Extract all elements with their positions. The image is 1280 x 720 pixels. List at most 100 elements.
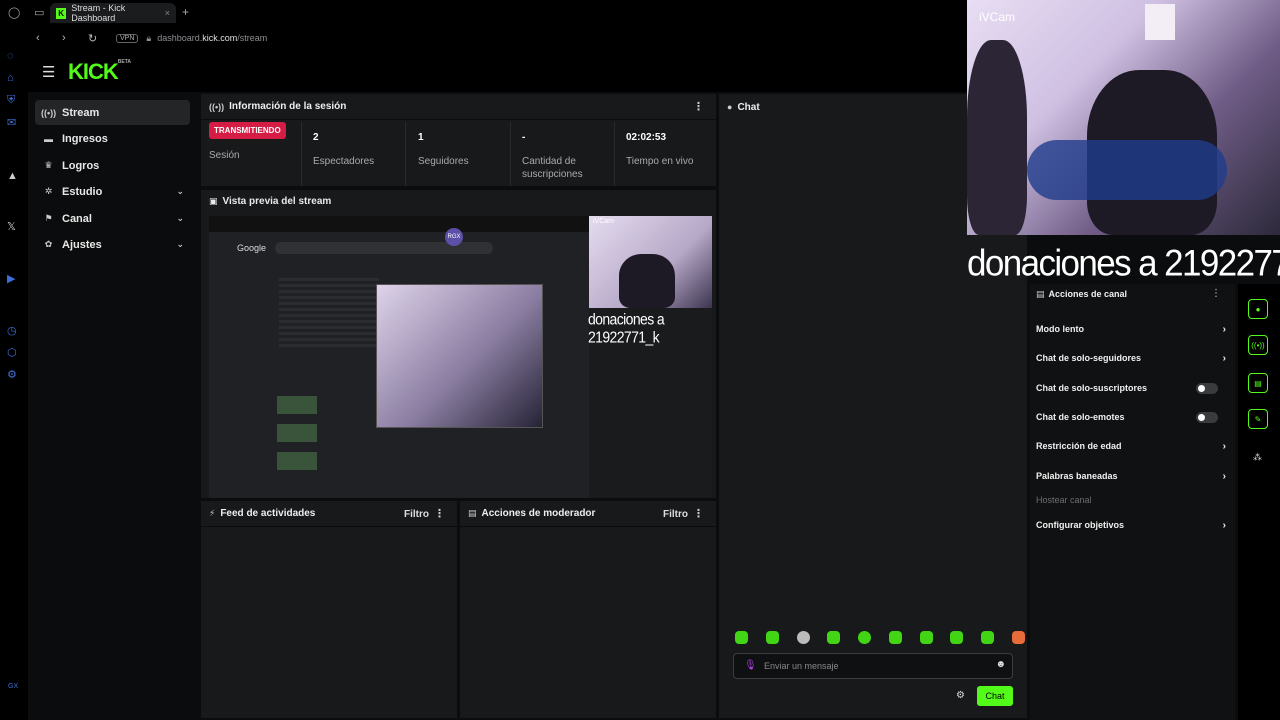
reload-icon[interactable]: ↻ — [88, 32, 106, 45]
webcam-overlay: iVCam — [967, 0, 1280, 235]
emote-icon[interactable] — [981, 631, 995, 644]
document-icon: ▤ — [468, 508, 477, 518]
emote-icon[interactable] — [919, 631, 933, 644]
action-emotes-only[interactable]: Chat de solo-emotes — [1036, 411, 1226, 423]
stat-value: 2 — [313, 132, 319, 143]
tab-kick-dashboard[interactable]: K Stream - Kick Dashboard × — [50, 3, 176, 23]
layout-tool-icon[interactable]: ▤ — [1248, 373, 1268, 393]
preview-search-bar — [275, 242, 493, 254]
browser-side-rail: ◌ ⌂ ⛨ ✉ ▲ 𝕏 ▶ ◷ ⬡ ⚙ — [0, 26, 28, 720]
sidebar-item-ingresos[interactable]: ▬ Ingresos — [35, 126, 190, 151]
moderator-filter-button[interactable]: Filtro — [663, 509, 688, 520]
more-options-icon[interactable]: ⋮ — [693, 100, 704, 113]
emote-quick-bar — [735, 631, 1025, 647]
sidebar-item-ajustes[interactable]: ✿ Ajustes ⌄ — [35, 232, 190, 257]
action-subscribers-only[interactable]: Chat de solo-suscriptores — [1036, 382, 1226, 394]
lock-icon: 🔒︎ — [146, 32, 152, 43]
emote-icon[interactable] — [796, 631, 810, 644]
sidebar-item-canal[interactable]: ⚑ Canal ⌄ — [35, 206, 190, 231]
shield-icon[interactable]: ⛨ — [7, 94, 15, 107]
action-banned-words[interactable]: Palabras baneadas › — [1036, 471, 1226, 482]
activity-filter-button[interactable]: Filtro — [404, 509, 429, 520]
chat-message-input[interactable]: 🎙︎ Enviar un mensaje ☻ — [733, 653, 1013, 679]
cube-icon[interactable]: ⬡ — [7, 346, 17, 359]
app-icon[interactable]: ▲ — [7, 170, 18, 182]
kick-logo[interactable]: KICKBETA — [68, 59, 131, 85]
chat-send-button[interactable]: Chat — [977, 686, 1013, 706]
subscribers-only-toggle[interactable] — [1196, 382, 1218, 394]
action-label: Chat de solo-suscriptores — [1036, 383, 1148, 393]
new-tab-button[interactable]: + — [182, 5, 189, 19]
action-followers-only[interactable]: Chat de solo-seguidores › — [1036, 353, 1226, 364]
chat-settings-icon[interactable]: ⚙ — [956, 690, 965, 701]
clock-icon[interactable]: ◷ — [7, 324, 17, 337]
settings-icon[interactable]: ⚙ — [7, 368, 17, 381]
tab-close-icon[interactable]: × — [165, 8, 170, 18]
chat-tool-icon[interactable]: ● — [1248, 299, 1268, 319]
channel-actions-header: ▤ Acciones de canal — [1036, 289, 1127, 300]
activity-header: ⚡︎ Feed de actividades Filtro ⋮ — [201, 501, 457, 527]
url-path: /stream — [237, 33, 268, 43]
preview-google-logo: Google — [237, 243, 267, 253]
x-icon[interactable]: 𝕏 — [7, 220, 16, 233]
action-slow-mode[interactable]: Modo lento › — [1036, 324, 1226, 335]
back-icon[interactable]: ‹ — [36, 32, 54, 44]
stat-status: TRANSMITIENDO Sesión — [209, 122, 286, 186]
sidebar-item-label: Canal — [62, 212, 92, 225]
microphone-icon[interactable]: 🎙︎ — [744, 660, 757, 671]
emote-icon[interactable] — [1011, 631, 1025, 644]
emote-icon[interactable] — [827, 631, 841, 644]
tool-rail: ● ((•)) ▤ ✎ ⁂ — [1238, 284, 1280, 720]
broadcast-tool-icon[interactable]: ((•)) — [1248, 335, 1268, 355]
wrench-tool-icon[interactable]: ✎ — [1248, 409, 1268, 429]
menu-icon[interactable]: ☰ — [42, 63, 55, 81]
mail-icon[interactable]: ✉ — [7, 116, 16, 129]
play-icon[interactable]: ▶ — [7, 272, 15, 285]
vpn-badge[interactable]: VPN — [116, 33, 139, 43]
action-label: Chat de solo-seguidores — [1036, 353, 1142, 363]
shield-icon: ▤ — [1036, 289, 1045, 299]
gx-icon[interactable]: GX — [8, 683, 18, 690]
url-field[interactable]: dashboard.kick.com/stream — [157, 33, 267, 43]
action-label: Restricción de edad — [1036, 441, 1122, 451]
sidebar-item-stream[interactable]: ((•)) Stream — [35, 100, 190, 125]
action-configure-goals[interactable]: Configurar objetivos › — [1036, 520, 1226, 531]
emote-icon[interactable] — [765, 631, 779, 644]
apps-icon[interactable]: ⁂ — [1253, 452, 1262, 463]
session-title: Información de la sesión — [229, 101, 347, 112]
bookmark-icon[interactable]: ⌂ — [7, 72, 14, 84]
preview-nested-cam — [376, 284, 543, 428]
broadcast-icon: ((•)) — [209, 101, 225, 112]
stat-value: 1 — [418, 132, 424, 143]
sidebar-item-logros[interactable]: ♛ Logros — [35, 153, 190, 178]
browser-logo-icon[interactable]: ◯ — [8, 6, 20, 19]
url-host: dashboard. — [157, 33, 203, 43]
more-options-icon[interactable]: ⋮ — [434, 507, 445, 520]
preview-tabbar — [209, 216, 589, 232]
more-options-icon[interactable]: ⋮ — [693, 507, 704, 520]
preview-title: Vista previa del stream — [222, 195, 332, 207]
activity-feed-panel: ⚡︎ Feed de actividades Filtro ⋮ — [201, 501, 457, 718]
action-label: Configurar objetivos — [1036, 520, 1125, 530]
sidebar-item-estudio[interactable]: ✲ Estudio ⌄ — [35, 179, 190, 204]
chat-bubble-icon: ● — [727, 102, 733, 112]
forward-icon[interactable]: › — [62, 32, 80, 44]
action-label: Chat de solo-emotes — [1036, 412, 1125, 422]
studio-icon: ✲ — [44, 186, 53, 196]
broadcast-icon: ((•)) — [41, 107, 57, 118]
more-options-icon[interactable]: ⋮ — [1211, 288, 1221, 299]
emotes-only-toggle[interactable] — [1196, 411, 1218, 423]
session-panel: ((•)) Información de la sesión ⋮ TRANSMI… — [201, 94, 716, 498]
messenger-icon[interactable]: ◌ — [7, 50, 14, 62]
chat-placeholder: Enviar un mensaje — [764, 661, 839, 671]
emote-icon[interactable] — [888, 631, 902, 644]
stream-preview[interactable]: Google RGX iVCam donaciones a 21922771_k — [209, 216, 712, 498]
emoji-icon[interactable]: ☻ — [995, 659, 1006, 670]
emote-icon[interactable] — [735, 631, 748, 644]
emote-icon[interactable] — [858, 631, 872, 644]
tab-grid-icon[interactable]: ▭ — [34, 6, 44, 19]
chat-title: Chat — [737, 101, 760, 113]
chevron-down-icon: ⌄ — [176, 186, 184, 196]
emote-icon[interactable] — [950, 631, 964, 644]
action-age-restriction[interactable]: Restricción de edad › — [1036, 441, 1226, 452]
